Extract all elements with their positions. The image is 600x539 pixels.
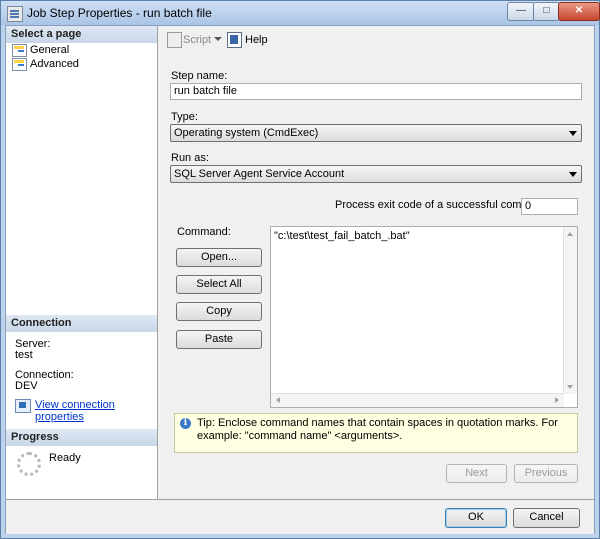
run-as-select[interactable]: SQL Server Agent Service Account: [170, 165, 582, 183]
type-select-value: Operating system (CmdExec): [174, 127, 319, 139]
open-button[interactable]: Open...: [176, 248, 262, 267]
chevron-down-icon: [569, 172, 577, 177]
step-name-label: Step name:: [171, 70, 228, 82]
page-icon: [12, 44, 27, 57]
previous-button[interactable]: Previous: [514, 464, 578, 483]
page-item-advanced[interactable]: Advanced: [6, 57, 157, 71]
scroll-up-icon[interactable]: [567, 232, 573, 236]
type-label: Type:: [171, 111, 198, 123]
window-title: Job Step Properties - run batch file: [27, 6, 212, 20]
script-icon: [167, 32, 182, 48]
next-button[interactable]: Next: [446, 464, 507, 483]
scroll-right-icon[interactable]: [555, 397, 559, 403]
app-icon: [7, 6, 23, 22]
exit-code-input[interactable]: 0: [521, 198, 578, 215]
spinner-icon: [17, 452, 41, 476]
view-connection-properties-link[interactable]: View connection properties: [35, 399, 157, 423]
run-as-select-value: SQL Server Agent Service Account: [174, 168, 345, 180]
run-as-label: Run as:: [171, 152, 209, 164]
chevron-down-icon[interactable]: [214, 37, 222, 41]
server-value: test: [15, 349, 33, 361]
tip-box: i Tip: Enclose command names that contai…: [174, 413, 578, 453]
type-select[interactable]: Operating system (CmdExec): [170, 124, 582, 142]
scroll-down-icon[interactable]: [567, 385, 573, 389]
step-name-input[interactable]: run batch file: [170, 83, 582, 100]
select-page-header: Select a page: [6, 26, 157, 43]
toolbar: Script Help: [158, 26, 594, 53]
chevron-down-icon: [569, 131, 577, 136]
vertical-scrollbar[interactable]: [563, 227, 577, 394]
page-item-general[interactable]: General: [6, 43, 157, 57]
title-bar[interactable]: Job Step Properties - run batch file — □…: [1, 1, 600, 25]
paste-button[interactable]: Paste: [176, 330, 262, 349]
scroll-left-icon[interactable]: [276, 397, 280, 403]
page-item-label: General: [30, 44, 70, 56]
minimize-button[interactable]: —: [507, 2, 535, 21]
dialog-client-area: Select a page General Advanced Connectio…: [5, 25, 595, 534]
connection-header: Connection: [6, 315, 157, 332]
help-icon: [227, 32, 242, 48]
tip-text: Tip: Enclose command names that contain …: [197, 417, 558, 442]
page-item-label: Advanced: [30, 58, 79, 70]
connection-icon: [15, 399, 31, 413]
command-textarea[interactable]: "c:\test\test_fail_batch_.bat": [270, 226, 578, 408]
script-button[interactable]: Script: [183, 34, 211, 46]
copy-button[interactable]: Copy: [176, 302, 262, 321]
command-text: "c:\test\test_fail_batch_.bat": [274, 230, 410, 242]
help-button[interactable]: Help: [245, 34, 268, 46]
command-label: Command:: [177, 226, 231, 238]
info-icon: i: [180, 418, 191, 429]
horizontal-scrollbar[interactable]: [271, 393, 564, 407]
select-all-button[interactable]: Select All: [176, 275, 262, 294]
exit-code-label: Process exit code of a successful comman…: [335, 199, 553, 211]
progress-header: Progress: [6, 429, 157, 446]
job-step-properties-window: Job Step Properties - run batch file — □…: [0, 0, 600, 539]
maximize-button[interactable]: □: [533, 2, 560, 21]
dialog-footer: OK Cancel: [6, 499, 594, 534]
left-panel: Select a page General Advanced Connectio…: [6, 26, 158, 499]
cancel-button[interactable]: Cancel: [513, 508, 580, 528]
progress-status: Ready: [49, 452, 81, 464]
connection-value: DEV: [15, 380, 38, 392]
page-icon: [12, 58, 27, 71]
close-button[interactable]: ✕: [558, 2, 600, 21]
ok-button[interactable]: OK: [445, 508, 507, 528]
